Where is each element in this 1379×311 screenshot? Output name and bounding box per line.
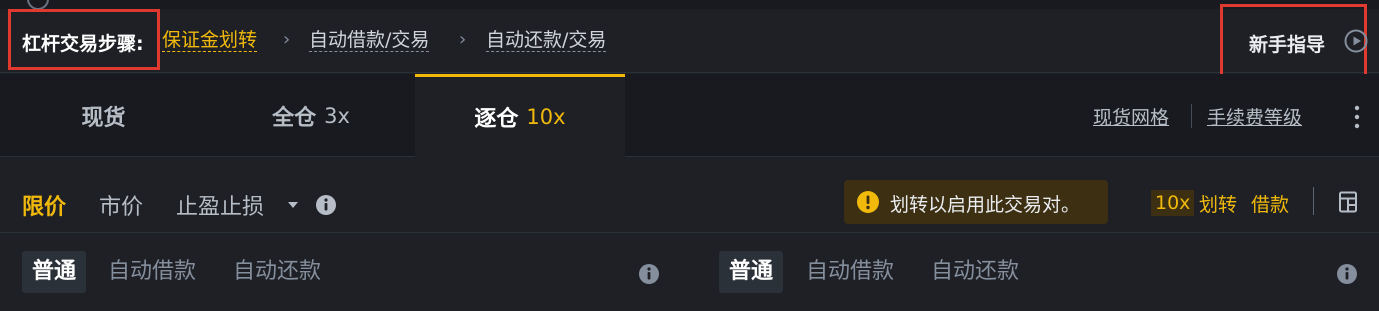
chevron-right-icon: ›: [283, 29, 291, 50]
step-margin-transfer[interactable]: 保证金划转: [162, 29, 258, 52]
step-auto-repay-trade[interactable]: 自动还款/交易: [486, 29, 607, 52]
steps-label: 杠杆交易步骤:: [22, 33, 144, 55]
borrow-mode-bar: 普通 自动借款 自动还款 普通 自动借款 自动还款: [0, 234, 1379, 311]
info-icon[interactable]: [638, 263, 660, 285]
spot-grid-link[interactable]: 现货网格: [1093, 103, 1169, 130]
trading-steps-bar: 杠杆交易步骤: 保证金划转 › 自动借款/交易 › 自动还款/交易 新手指导: [0, 4, 1379, 88]
borrow-button[interactable]: 借款: [1251, 190, 1289, 217]
caret-down-icon[interactable]: [288, 202, 298, 208]
beginner-guide-link[interactable]: 新手指导: [1249, 30, 1325, 57]
top-strip: [0, 0, 1379, 10]
calculator-icon[interactable]: [1338, 191, 1358, 213]
buy-mode-auto-repay[interactable]: 自动还款: [233, 251, 321, 293]
divider: [1191, 104, 1192, 128]
tab-leverage: 10x: [526, 105, 566, 129]
buy-mode-auto-borrow[interactable]: 自动借款: [108, 251, 196, 293]
divider: [1313, 187, 1314, 215]
order-type-stop-limit[interactable]: 止盈止损: [176, 189, 264, 221]
leverage-badge: 10x: [1151, 190, 1195, 216]
tab-label: 现货: [81, 105, 126, 131]
tab-spot[interactable]: 现货: [0, 74, 207, 157]
tab-cross-margin[interactable]: 全仓 3x: [207, 74, 415, 157]
order-type-limit[interactable]: 限价: [22, 189, 66, 221]
buy-mode-normal[interactable]: 普通: [22, 251, 87, 293]
order-type-market[interactable]: 市价: [99, 189, 143, 221]
info-icon[interactable]: [315, 194, 337, 216]
fee-tier-link[interactable]: 手续费等级: [1207, 103, 1302, 130]
tab-leverage: 3x: [324, 103, 350, 128]
tab-isolated-margin[interactable]: 逐仓 10x: [415, 74, 625, 157]
step-auto-borrow-trade[interactable]: 自动借款/交易: [309, 29, 430, 52]
tab-label: 逐仓: [474, 107, 519, 132]
tab-label: 全仓: [272, 105, 317, 131]
info-icon[interactable]: [1336, 263, 1358, 285]
chevron-right-icon: ›: [459, 29, 467, 50]
sell-mode-auto-repay[interactable]: 自动还款: [931, 251, 1019, 293]
transfer-button[interactable]: 划转: [1199, 190, 1237, 217]
sell-mode-auto-borrow[interactable]: 自动借款: [806, 251, 894, 293]
play-circle-icon[interactable]: [1344, 29, 1368, 53]
sell-mode-normal[interactable]: 普通: [719, 251, 784, 293]
order-type-bar: 限价 市价 止盈止损 划转以启用此交易对。 10x 划转 借款: [0, 157, 1379, 233]
warning-icon: [857, 191, 879, 213]
warning-text: 划转以启用此交易对。: [890, 194, 1081, 216]
more-vertical-icon[interactable]: [1351, 104, 1363, 130]
transfer-warning[interactable]: 划转以启用此交易对。: [844, 180, 1108, 224]
margin-mode-tabs: 现货 全仓 3x 逐仓 10x 现货网格 手续费等级: [0, 74, 1379, 157]
